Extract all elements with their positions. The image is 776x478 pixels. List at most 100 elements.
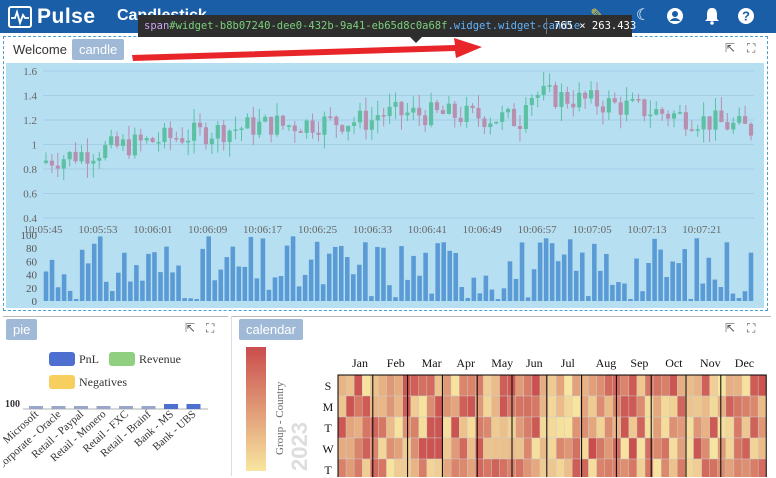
volume-bar — [501, 288, 507, 301]
heatmap-cell — [604, 395, 613, 418]
candle-body — [506, 108, 511, 113]
volume-bar — [573, 270, 579, 301]
candle-body — [286, 125, 291, 127]
heatmap-cell — [523, 395, 533, 418]
heatmap-cell — [362, 437, 371, 460]
volume-y-tick-label: 20 — [26, 283, 38, 295]
candle-body — [577, 92, 582, 108]
candle-body — [138, 134, 143, 141]
volume-bar — [688, 298, 694, 301]
heatmap-cell — [418, 458, 428, 477]
heatmap-cell — [362, 374, 371, 397]
heatmap-cell — [717, 374, 727, 397]
volume-bar — [387, 285, 392, 301]
heatmap-cell — [410, 395, 420, 418]
heatmap-cell — [426, 374, 436, 397]
heatmap-cell — [685, 374, 694, 397]
candle-body — [648, 114, 653, 117]
volume-bar — [314, 241, 320, 301]
candle-body — [636, 98, 641, 101]
heatmap-cell — [547, 374, 557, 397]
candle-body — [43, 160, 49, 163]
candle-body — [417, 107, 422, 116]
month-label: Oct — [665, 356, 683, 370]
candle-body — [600, 106, 605, 113]
volume-bar — [188, 298, 193, 301]
volume-bar — [176, 265, 181, 301]
calendar-heatmap[interactable]: Group - Country 2023 Jan Feb Mar Apr May Jun Jul… — [232, 343, 772, 477]
heatmap-cell — [345, 395, 355, 418]
heatmap-cell — [685, 416, 694, 439]
expand-icon[interactable]: ⛶ — [206, 321, 214, 336]
day-label: W — [322, 442, 334, 456]
heatmap-cell — [555, 374, 565, 397]
heatmap-cell — [378, 437, 387, 460]
heatmap-cell — [475, 395, 484, 418]
candle-body — [322, 116, 327, 135]
heatmap-cell — [709, 395, 718, 418]
volume-bar — [43, 271, 49, 301]
heatmap-cell — [628, 416, 638, 439]
volume-bar — [748, 252, 754, 301]
heatmap-cell — [515, 458, 525, 477]
candle-body — [476, 108, 481, 119]
tab-calendar[interactable]: calendar — [239, 318, 303, 340]
heatmap-cell — [426, 416, 436, 439]
external-link-icon[interactable]: ⇱ — [725, 321, 735, 335]
volume-bar — [670, 261, 675, 301]
volume-bar — [543, 238, 549, 301]
heatmap-cell — [701, 395, 710, 418]
heatmap-cell — [669, 416, 678, 439]
volume-bar — [658, 249, 663, 301]
volume-bar — [218, 269, 224, 301]
category-bar — [141, 406, 156, 409]
candlestick-chart-area[interactable]: 1.6 1.4 1.2 1 0.8 0.6 0.4 10:05:45 10:05:53 10:06… — [6, 63, 764, 308]
heatmap-cell — [426, 437, 436, 460]
heatmap-cell — [693, 437, 702, 460]
x-tick-label: 10:07:21 — [682, 224, 721, 236]
volume-bar — [646, 262, 651, 301]
heatmap-cell — [564, 395, 573, 418]
heatmap-cell — [426, 458, 436, 477]
candle-body — [511, 108, 517, 127]
candlestick-chart[interactable]: 1.61.41.210.80.60.410:05:45 10:05:53 10:06… — [6, 63, 764, 308]
visual-map-label: Group - Country — [274, 381, 286, 455]
candle-body — [298, 131, 303, 133]
candle-body — [144, 138, 149, 141]
volume-bar — [555, 261, 561, 301]
heatmap-cell — [685, 437, 694, 460]
y-tick-label: 1.4 — [23, 91, 37, 103]
heatmap-cell — [547, 395, 557, 418]
x-tick-label: 10:07:13 — [627, 224, 667, 236]
candle-body — [666, 113, 671, 119]
heatmap-cell — [475, 416, 484, 439]
heatmap-cell — [677, 395, 686, 418]
candle-body — [67, 152, 72, 160]
heatmap-cell — [620, 374, 630, 397]
heatmap-cell — [604, 416, 613, 439]
candle-body — [541, 85, 546, 95]
candle-body — [351, 122, 357, 126]
volume-bar — [212, 280, 218, 301]
volume-bar — [592, 243, 597, 301]
heatmap-cell — [483, 416, 492, 439]
heatmap-cell — [596, 374, 605, 397]
volume-bar — [724, 242, 730, 301]
heatmap-cell — [442, 395, 452, 418]
heatmap-cell — [370, 458, 379, 477]
candle-body — [434, 102, 440, 111]
candle-body — [642, 99, 647, 117]
heatmap-cell — [588, 437, 597, 460]
expand-icon[interactable]: ⛶ — [747, 321, 755, 336]
external-link-icon[interactable]: ⇱ — [185, 321, 195, 335]
candle-body — [257, 121, 262, 135]
heatmap-cell — [402, 374, 411, 397]
category-bar — [186, 404, 201, 409]
heatmap-cell — [749, 416, 759, 439]
tab-pie[interactable]: pie — [6, 318, 38, 340]
candle-body — [393, 101, 398, 107]
volume-bar — [200, 248, 205, 301]
heatmap-cell — [434, 458, 444, 477]
volume-bar — [465, 297, 471, 301]
pie-bar-chart[interactable]: PnL RevenueNegatives100MicrosoftCorporate… — [3, 343, 228, 477]
